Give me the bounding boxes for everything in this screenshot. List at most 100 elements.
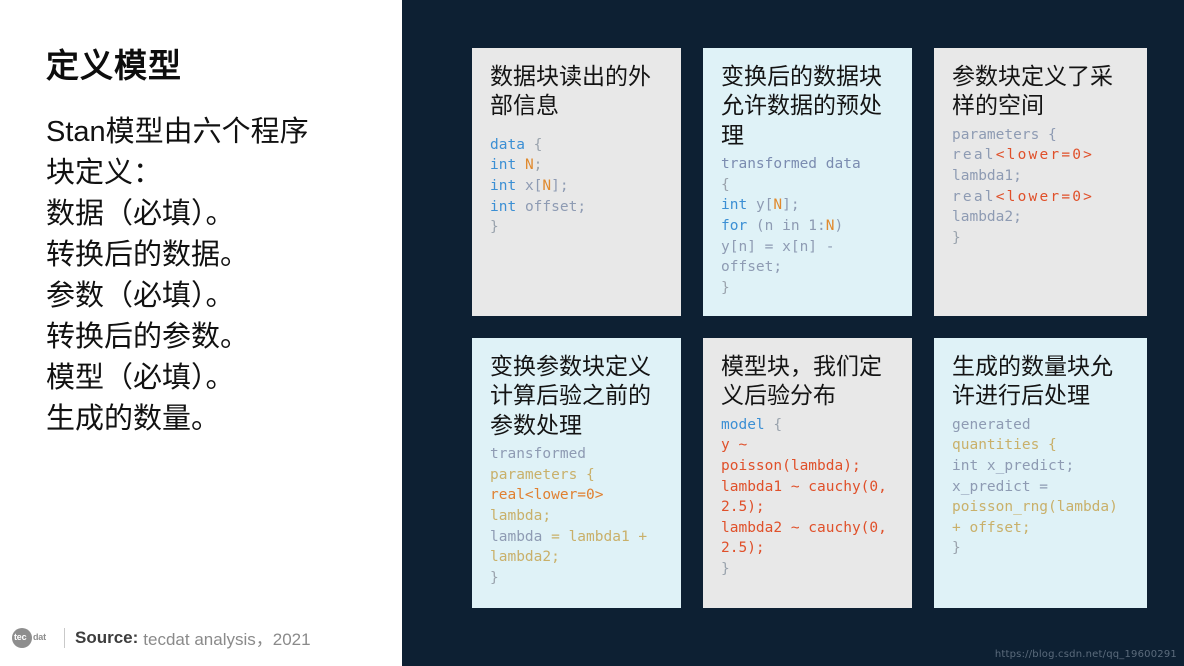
- code-token: ;: [577, 198, 587, 215]
- code-token: x_predict =: [952, 478, 1049, 495]
- definition-line: 转换后的参数。: [46, 320, 250, 353]
- tecdat-logo-icon: tec dat: [12, 627, 56, 648]
- code-line: real<lower=0>: [952, 145, 1133, 166]
- code-line: }: [490, 217, 667, 238]
- code-line: lambda1;: [952, 166, 1133, 187]
- source-label: Source:: [75, 627, 139, 647]
- code-line: }: [952, 538, 1133, 559]
- code-token: {: [721, 176, 730, 193]
- left-text-panel: 定义模型 Stan模型由六个程序 块定义： 数据（必填）。 转换后的数据。 参数（必填）…: [0, 0, 402, 666]
- code-token: }: [490, 219, 499, 236]
- code-token: y ~: [721, 437, 748, 454]
- code-line: }: [721, 278, 898, 299]
- code-token: parameters {: [490, 466, 595, 483]
- code-line: }: [490, 568, 667, 589]
- code-token: int: [490, 157, 517, 174]
- code-token: N: [773, 197, 783, 214]
- right-cards-panel: 数据块读出的外部信息 data {int N; int x[N]; int offse…: [402, 0, 1184, 666]
- left-panel-content: 定义模型 Stan模型由六个程序 块定义： 数据（必填）。 转换后的数据。 参数（必填）…: [0, 0, 402, 439]
- code-line: lambda = lambda1 +: [490, 527, 667, 548]
- code-token: offset: [524, 198, 578, 215]
- code-line: generated: [952, 415, 1133, 436]
- code-token: int: [490, 178, 517, 195]
- code-card-generated-quantities-block: 生成的数量块允许进行后处理 generated quantities {int x_…: [934, 338, 1147, 608]
- code-line: model {: [721, 415, 898, 436]
- code-token: lambda;: [490, 508, 552, 525]
- code-token: = lambda1 +: [542, 528, 648, 545]
- code-line: poisson(lambda);: [721, 456, 898, 477]
- code-token: {: [764, 416, 783, 433]
- code-token: y: [755, 197, 765, 214]
- slide-root: 定义模型 Stan模型由六个程序 块定义： 数据（必填）。 转换后的数据。 参数（必填）…: [0, 0, 1184, 666]
- code-token: transformed data: [721, 156, 861, 173]
- code-token: quantities {: [952, 437, 1057, 454]
- code-line: int x_predict;: [952, 456, 1133, 477]
- code-token: <lower=0>: [995, 147, 1095, 164]
- code-snippet: data {int N; int x[N]; int offset;}: [490, 135, 667, 238]
- code-line: offset;: [721, 257, 898, 278]
- code-line: transformed data: [721, 154, 898, 175]
- code-line: lambda2;: [490, 547, 667, 568]
- code-line: real<lower=0>: [490, 485, 667, 506]
- code-token: offset;: [721, 259, 783, 276]
- code-token: x: [524, 178, 534, 195]
- code-token: real: [952, 147, 996, 164]
- code-line: int y[N];: [721, 195, 898, 216]
- code-token: ): [834, 218, 844, 235]
- code-card-transformed-parameters-block: 变换参数块定义计算后验之前的参数处理 transformed parameters …: [472, 338, 681, 608]
- code-line: int N;: [490, 155, 667, 176]
- definition-list: Stan模型由六个程序 块定义： 数据（必填）。 转换后的数据。 参数（必填）。 转换后的…: [46, 112, 372, 439]
- code-snippet: parameters {real<lower=0> lambda1; real<lo…: [952, 125, 1133, 248]
- code-line: parameters {: [952, 125, 1133, 146]
- code-token: real<lower=0>: [490, 487, 604, 504]
- watermark: https://blog.csdn.net/qq_19600291: [994, 649, 1177, 660]
- code-token: transformed: [490, 446, 587, 463]
- source-divider: [64, 627, 65, 648]
- definition-line: 数据（必填）。: [46, 197, 235, 230]
- code-line: int x[N];: [490, 176, 667, 197]
- code-token: N: [524, 157, 534, 174]
- code-token: parameters {: [952, 126, 1057, 143]
- card-title: 变换参数块定义计算后验之前的参数处理: [490, 353, 651, 438]
- code-token: ];: [782, 197, 800, 214]
- definition-line: 参数（必填）。: [46, 279, 235, 312]
- code-line: + offset;: [952, 518, 1133, 539]
- code-token: real: [952, 188, 996, 205]
- definition-line: 模型（必填）。: [46, 361, 235, 394]
- code-line: quantities {: [952, 435, 1133, 456]
- code-snippet: transformed parameters { real<lower=0> lamb…: [490, 444, 667, 588]
- definition-line: 转换后的数据。: [46, 238, 250, 271]
- code-line: real<lower=0>: [952, 187, 1133, 208]
- card-title: 参数块定义了采样的空间: [952, 63, 1113, 119]
- code-line: y ~: [721, 435, 898, 456]
- code-snippet: model {y ~ poisson(lambda); lambda1 ~ cauc…: [721, 415, 898, 580]
- code-line: parameters {: [490, 465, 667, 486]
- definition-line: 块定义：: [46, 156, 163, 189]
- code-line: 2.5);: [721, 497, 898, 518]
- code-line: data {: [490, 135, 667, 156]
- code-line: lambda;: [490, 506, 667, 527]
- code-token: poisson_rng(lambda): [952, 499, 1118, 516]
- code-token: lambda1 ~ cauchy(0,: [721, 478, 887, 495]
- code-token: int: [721, 197, 748, 214]
- definition-line: Stan模型由六个程序: [46, 115, 309, 148]
- code-snippet: transformed data{int y[N]; for (n in 1:N)…: [721, 154, 898, 298]
- code-token: }: [721, 560, 730, 577]
- code-card-data-block: 数据块读出的外部信息 data {int N; int x[N]; int offse…: [472, 48, 681, 316]
- code-token: for: [721, 218, 748, 235]
- code-line: y[n] = x[n] -: [721, 237, 898, 258]
- card-title: 模型块，我们定义后验分布: [721, 353, 882, 409]
- logo-primary-text: tec: [14, 631, 27, 642]
- code-line: }: [721, 559, 898, 580]
- code-token: <lower=0>: [995, 188, 1095, 205]
- code-token: + offset;: [952, 519, 1031, 536]
- code-token: ;: [533, 157, 543, 174]
- code-line: }: [952, 228, 1133, 249]
- code-line: lambda2 ~ cauchy(0,: [721, 518, 898, 539]
- code-token: data: [490, 136, 525, 153]
- code-token: poisson(lambda);: [721, 458, 861, 475]
- code-line: x_predict =: [952, 477, 1133, 498]
- code-token: lambda2;: [490, 549, 560, 566]
